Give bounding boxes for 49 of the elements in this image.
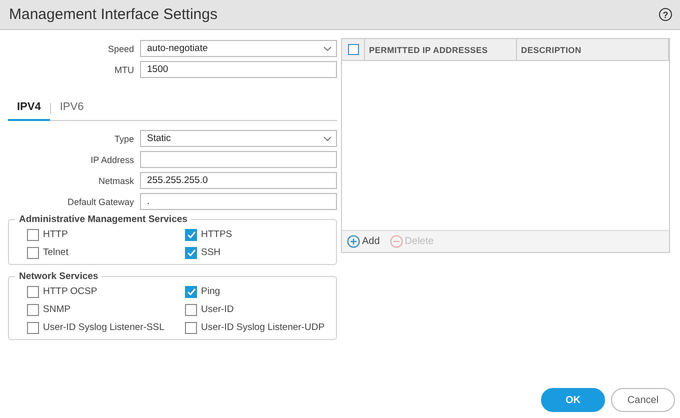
checkbox[interactable] <box>185 304 197 316</box>
chevron-down-icon <box>323 136 332 142</box>
field-label: MTU <box>114 64 134 74</box>
checkbox-label: HTTP OCSP <box>43 286 98 297</box>
input-field[interactable]: 1500 <box>140 61 337 78</box>
checkbox[interactable] <box>27 322 39 334</box>
chevron-down-icon <box>323 46 332 52</box>
checkbox[interactable] <box>27 304 39 316</box>
minus-circle-icon <box>390 235 403 248</box>
field-label: Netmask <box>97 176 134 186</box>
field-label: Speed <box>106 44 134 54</box>
add-button[interactable]: Add <box>347 235 380 248</box>
group-title: Administrative Management Services <box>18 214 188 225</box>
checkbox-label: User-ID Syslog Listener-SSL <box>43 322 164 333</box>
checkbox[interactable] <box>185 322 197 334</box>
cancel-button[interactable]: Cancel <box>611 388 675 412</box>
input-field[interactable]: 255.255.255.0 <box>140 172 337 189</box>
checkbox-label: SSH <box>201 247 221 258</box>
checkbox-label: SNMP <box>43 304 70 315</box>
checkbox[interactable] <box>27 246 39 258</box>
checkbox-label: Telnet <box>43 247 68 258</box>
select-all-checkbox[interactable] <box>348 44 358 55</box>
tab[interactable]: IPV6 <box>50 96 93 121</box>
input-field[interactable] <box>140 151 337 168</box>
checkbox-label: User-ID <box>201 304 234 315</box>
checkbox-label: HTTPS <box>201 229 232 240</box>
field-label: Default Gateway <box>66 196 134 206</box>
plus-circle-icon <box>347 235 360 248</box>
checkmark-icon <box>186 230 196 238</box>
checkbox[interactable] <box>27 228 39 240</box>
field-label: Type <box>113 134 134 144</box>
checkbox[interactable] <box>185 228 197 240</box>
checkbox-label: Ping <box>201 286 220 297</box>
checkmark-icon <box>186 288 196 296</box>
input-field[interactable]: . <box>140 193 337 210</box>
checkbox-label: HTTP <box>43 229 68 240</box>
column-header: DESCRIPTION <box>517 39 669 60</box>
checkbox[interactable] <box>27 286 39 298</box>
checkbox[interactable] <box>185 286 197 298</box>
group-title: Network Services <box>18 271 100 282</box>
column-header: PERMITTED IP ADDRESSES <box>365 39 517 60</box>
window-title: Management Interface Settings <box>9 6 218 23</box>
dropdown-field[interactable]: Static <box>140 130 337 147</box>
checkbox-label: User-ID Syslog Listener-UDP <box>201 322 325 333</box>
help-icon[interactable]: ? <box>659 8 672 21</box>
checkmark-icon <box>186 248 196 256</box>
dropdown-field[interactable]: auto-negotiate <box>140 40 337 57</box>
checkbox[interactable] <box>185 246 197 258</box>
field-label: IP Address <box>90 154 134 164</box>
